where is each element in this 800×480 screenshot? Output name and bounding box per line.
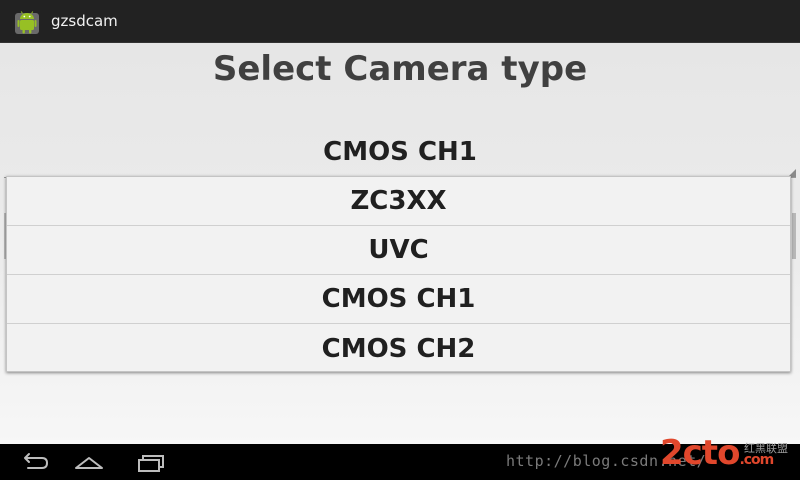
home-icon[interactable] [72,452,106,474]
spinner-selected-value: CMOS CH1 [323,137,477,167]
watermark-cn-text: 红黑联盟 [744,442,788,455]
dropdown-option-cmos-ch1[interactable]: CMOS CH1 [7,275,790,324]
app-title: gzsdcam [51,12,118,30]
android-robot-icon[interactable] [12,6,42,36]
dropdown-option-uvc[interactable]: UVC [7,226,790,275]
dropdown-option-cmos-ch2[interactable]: CMOS CH2 [7,324,790,373]
dropdown-option-zc3xx[interactable]: ZC3XX [7,177,790,226]
page-title: Select Camera type [212,49,588,89]
recent-apps-icon[interactable] [134,452,168,474]
camera-type-spinner[interactable]: CMOS CH1 [4,131,796,178]
back-icon[interactable] [16,452,50,474]
action-bar: gzsdcam [0,0,800,43]
camera-type-dropdown: ZC3XX UVC CMOS CH1 CMOS CH2 [6,176,791,372]
background-control-edge [792,213,796,259]
watermark-logo-main: 2cto [660,433,740,473]
